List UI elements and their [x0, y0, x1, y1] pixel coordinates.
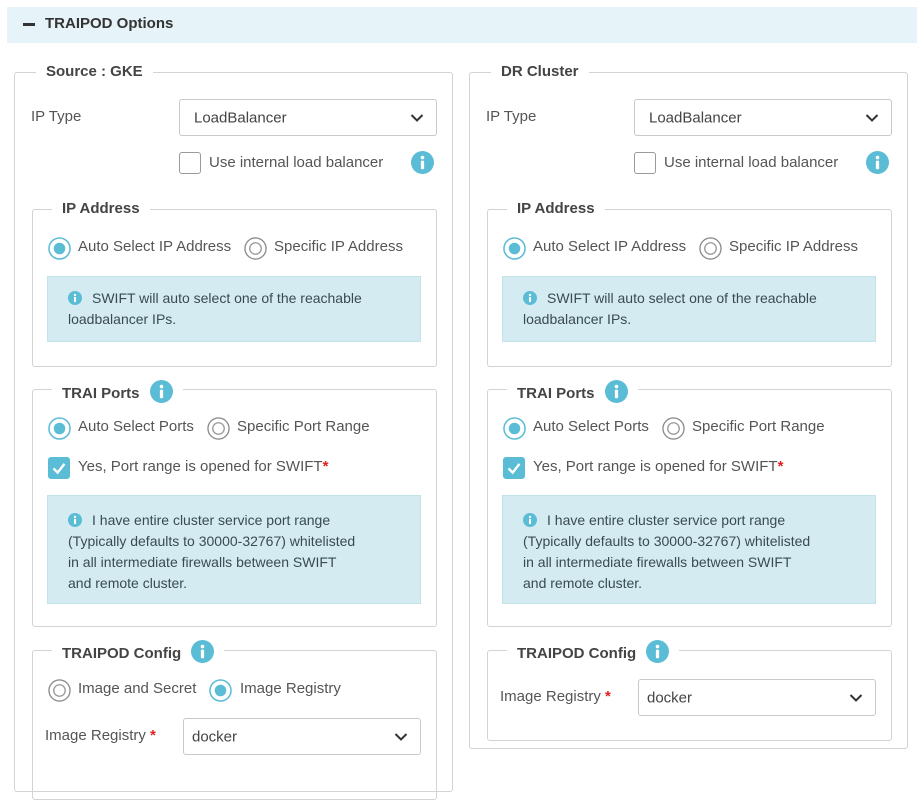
required-asterisk: * — [322, 458, 329, 475]
internal-lb-checkbox[interactable] — [179, 152, 201, 174]
info-icon[interactable] — [646, 640, 669, 663]
image-registry-select[interactable]: docker — [183, 718, 421, 755]
ip-type-label: IP Type — [31, 108, 82, 125]
dr-ports-alert: I have entire cluster service port range… — [502, 495, 876, 604]
auto-ports-label: Auto Select Ports — [78, 418, 194, 435]
required-asterisk: * — [605, 688, 611, 705]
internal-lb-label: Use internal load balancer — [209, 154, 384, 171]
chevron-down-icon — [865, 113, 879, 123]
info-icon — [68, 291, 82, 305]
specific-ip-radio[interactable] — [244, 237, 267, 260]
specific-ports-label: Specific Port Range — [692, 418, 825, 435]
dr-ip-type-select[interactable]: LoadBalancer — [634, 99, 892, 136]
image-registry-radio-label: Image Registry — [240, 680, 341, 697]
port-range-label: Yes, Port range is opened for SWIFT* — [533, 458, 784, 475]
info-icon[interactable] — [411, 151, 434, 174]
info-icon — [68, 513, 82, 527]
required-asterisk: * — [150, 727, 156, 744]
info-icon — [523, 291, 537, 305]
traipod-config-legend: TRAIPOD Config — [52, 640, 225, 663]
port-range-label: Yes, Port range is opened for SWIFT* — [78, 458, 329, 475]
info-icon[interactable] — [191, 640, 214, 663]
specific-ip-label: Specific IP Address — [729, 238, 858, 255]
dr-specific-ports-radio[interactable] — [662, 417, 685, 440]
chevron-down-icon — [410, 113, 424, 123]
auto-ports-label: Auto Select Ports — [533, 418, 649, 435]
traipod-options-header[interactable]: TRAIPOD Options — [7, 7, 917, 43]
check-icon — [504, 458, 524, 478]
dr-auto-ports-radio[interactable] — [503, 417, 526, 440]
chevron-down-icon — [394, 732, 408, 742]
dr-internal-lb-checkbox[interactable] — [634, 152, 656, 174]
specific-ports-radio[interactable] — [207, 417, 230, 440]
image-registry-radio[interactable] — [209, 679, 232, 702]
dr-legend: DR Cluster — [491, 63, 589, 80]
ip-type-label: IP Type — [486, 108, 537, 125]
specific-ports-label: Specific Port Range — [237, 418, 370, 435]
auto-ip-radio[interactable] — [48, 237, 71, 260]
auto-ip-label: Auto Select IP Address — [533, 238, 687, 255]
auto-ip-label: Auto Select IP Address — [78, 238, 232, 255]
info-icon[interactable] — [866, 151, 889, 174]
port-range-checkbox[interactable] — [48, 457, 70, 479]
dr-ip-alert: SWIFT will auto select one of the reacha… — [502, 276, 876, 342]
ip-address-legend: IP Address — [507, 200, 605, 217]
check-icon — [49, 458, 69, 478]
dr-port-range-checkbox[interactable] — [503, 457, 525, 479]
trai-ports-legend: TRAI Ports — [507, 380, 638, 403]
info-icon — [523, 513, 537, 527]
source-legend: Source : GKE — [36, 63, 153, 80]
dr-image-registry-select[interactable]: docker — [638, 679, 876, 716]
internal-lb-label: Use internal load balancer — [664, 154, 839, 171]
specific-ip-label: Specific IP Address — [274, 238, 403, 255]
ip-type-select[interactable]: LoadBalancer — [179, 99, 437, 136]
image-secret-radio[interactable] — [48, 679, 71, 702]
image-registry-label: Image Registry * — [500, 688, 611, 705]
image-registry-label: Image Registry * — [45, 727, 156, 744]
ports-alert: I have entire cluster service port range… — [47, 495, 421, 604]
chevron-down-icon — [849, 693, 863, 703]
image-secret-label: Image and Secret — [78, 680, 197, 697]
auto-ports-radio[interactable] — [48, 417, 71, 440]
trai-ports-legend: TRAI Ports — [52, 380, 183, 403]
collapse-icon[interactable] — [23, 23, 35, 26]
section-title: TRAIPOD Options — [45, 15, 174, 32]
traipod-config-legend: TRAIPOD Config — [507, 640, 680, 663]
dr-auto-ip-radio[interactable] — [503, 237, 526, 260]
ip-alert: SWIFT will auto select one of the reacha… — [47, 276, 421, 342]
required-asterisk: * — [777, 458, 784, 475]
ip-address-legend: IP Address — [52, 200, 150, 217]
info-icon[interactable] — [150, 380, 173, 403]
dr-specific-ip-radio[interactable] — [699, 237, 722, 260]
info-icon[interactable] — [605, 380, 628, 403]
